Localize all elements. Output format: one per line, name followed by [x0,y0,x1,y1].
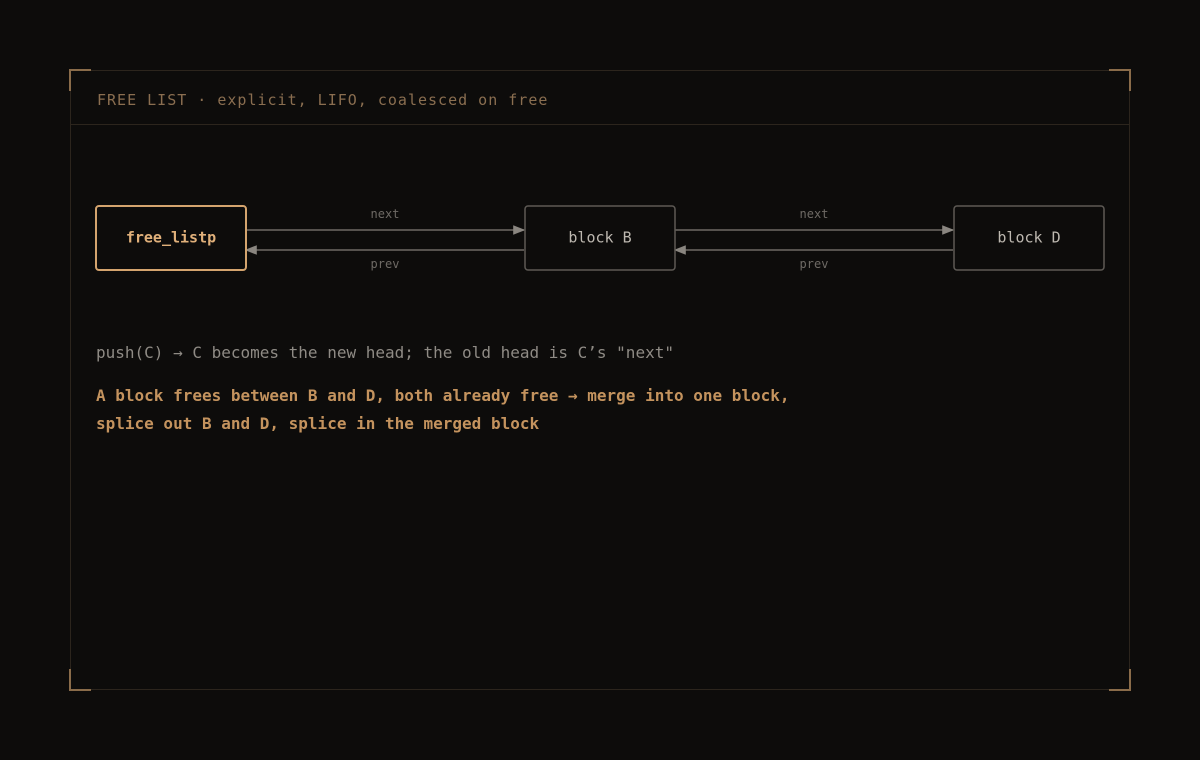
next-label: next [371,207,400,221]
node-label: block B [568,229,631,247]
node-block-d: block D [953,205,1105,271]
coalesce-note-line-2: splice out B and D, splice in the merged… [96,414,540,433]
node-block-b: block B [524,205,676,271]
coalesce-note-line-1: A block frees between B and D, both alre… [96,386,790,405]
node-free-listp: free_listp [95,205,247,271]
node-label: block D [997,229,1060,247]
next-label: next [800,207,829,221]
coalesce-note: A block frees between B and D, both alre… [96,382,856,438]
edge-block-b-to-block-d: next prev [673,207,955,271]
node-label: free_listp [126,229,216,247]
push-note: push(C) → C becomes the new head; the ol… [96,343,674,362]
free-list-diagram: next prev next prev free_listp block B b… [95,205,1105,271]
edge-head-to-block-b: next prev [244,207,526,271]
prev-label: prev [800,257,829,271]
prev-label: prev [371,257,400,271]
